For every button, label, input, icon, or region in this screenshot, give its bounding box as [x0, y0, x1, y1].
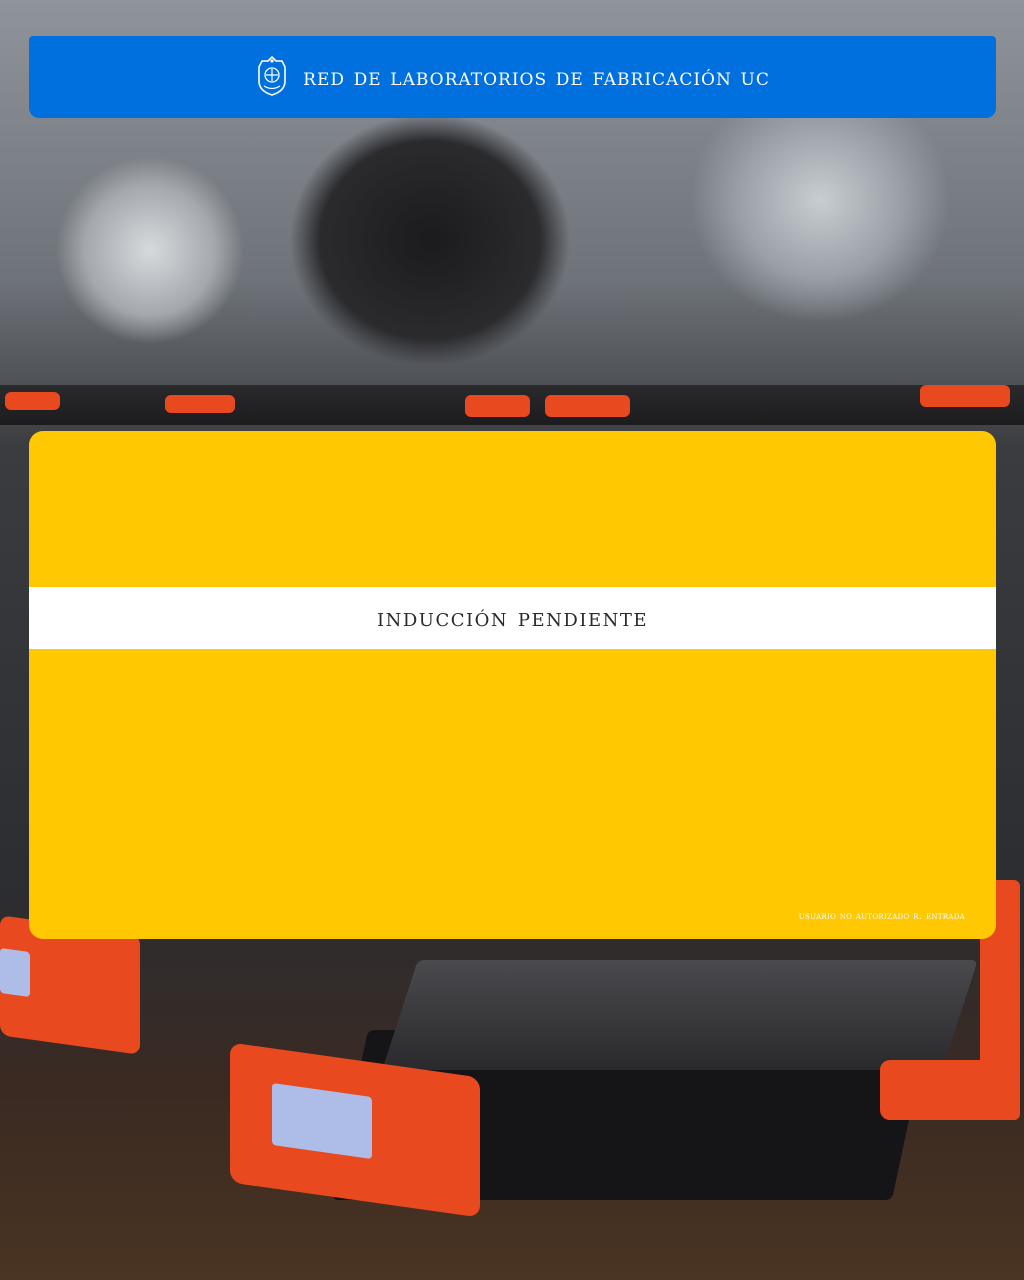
header-title: RED DE LABORATORIOS DE FABRICACIÓN UC: [303, 63, 770, 91]
background-printer-part: [545, 395, 630, 417]
uc-crest-icon: [258, 55, 286, 96]
background-printer-part: [920, 385, 1010, 407]
status-card: INDUCCIÓN PENDIENTE USUARIO NO AUTORIZAD…: [29, 431, 996, 939]
status-text: INDUCCIÓN PENDIENTE: [377, 603, 648, 633]
background-printer-bed: [382, 960, 978, 1070]
status-band: INDUCCIÓN PENDIENTE: [29, 587, 996, 649]
status-message: USUARIO NO AUTORIZADO R. ENTRADA: [798, 910, 965, 922]
background-printer-part: [465, 395, 530, 417]
background-printer-part: [165, 395, 235, 413]
header-banner: RED DE LABORATORIOS DE FABRICACIÓN UC: [29, 36, 996, 118]
background-printer-screen: [0, 947, 30, 998]
background-printer-part: [5, 392, 60, 410]
